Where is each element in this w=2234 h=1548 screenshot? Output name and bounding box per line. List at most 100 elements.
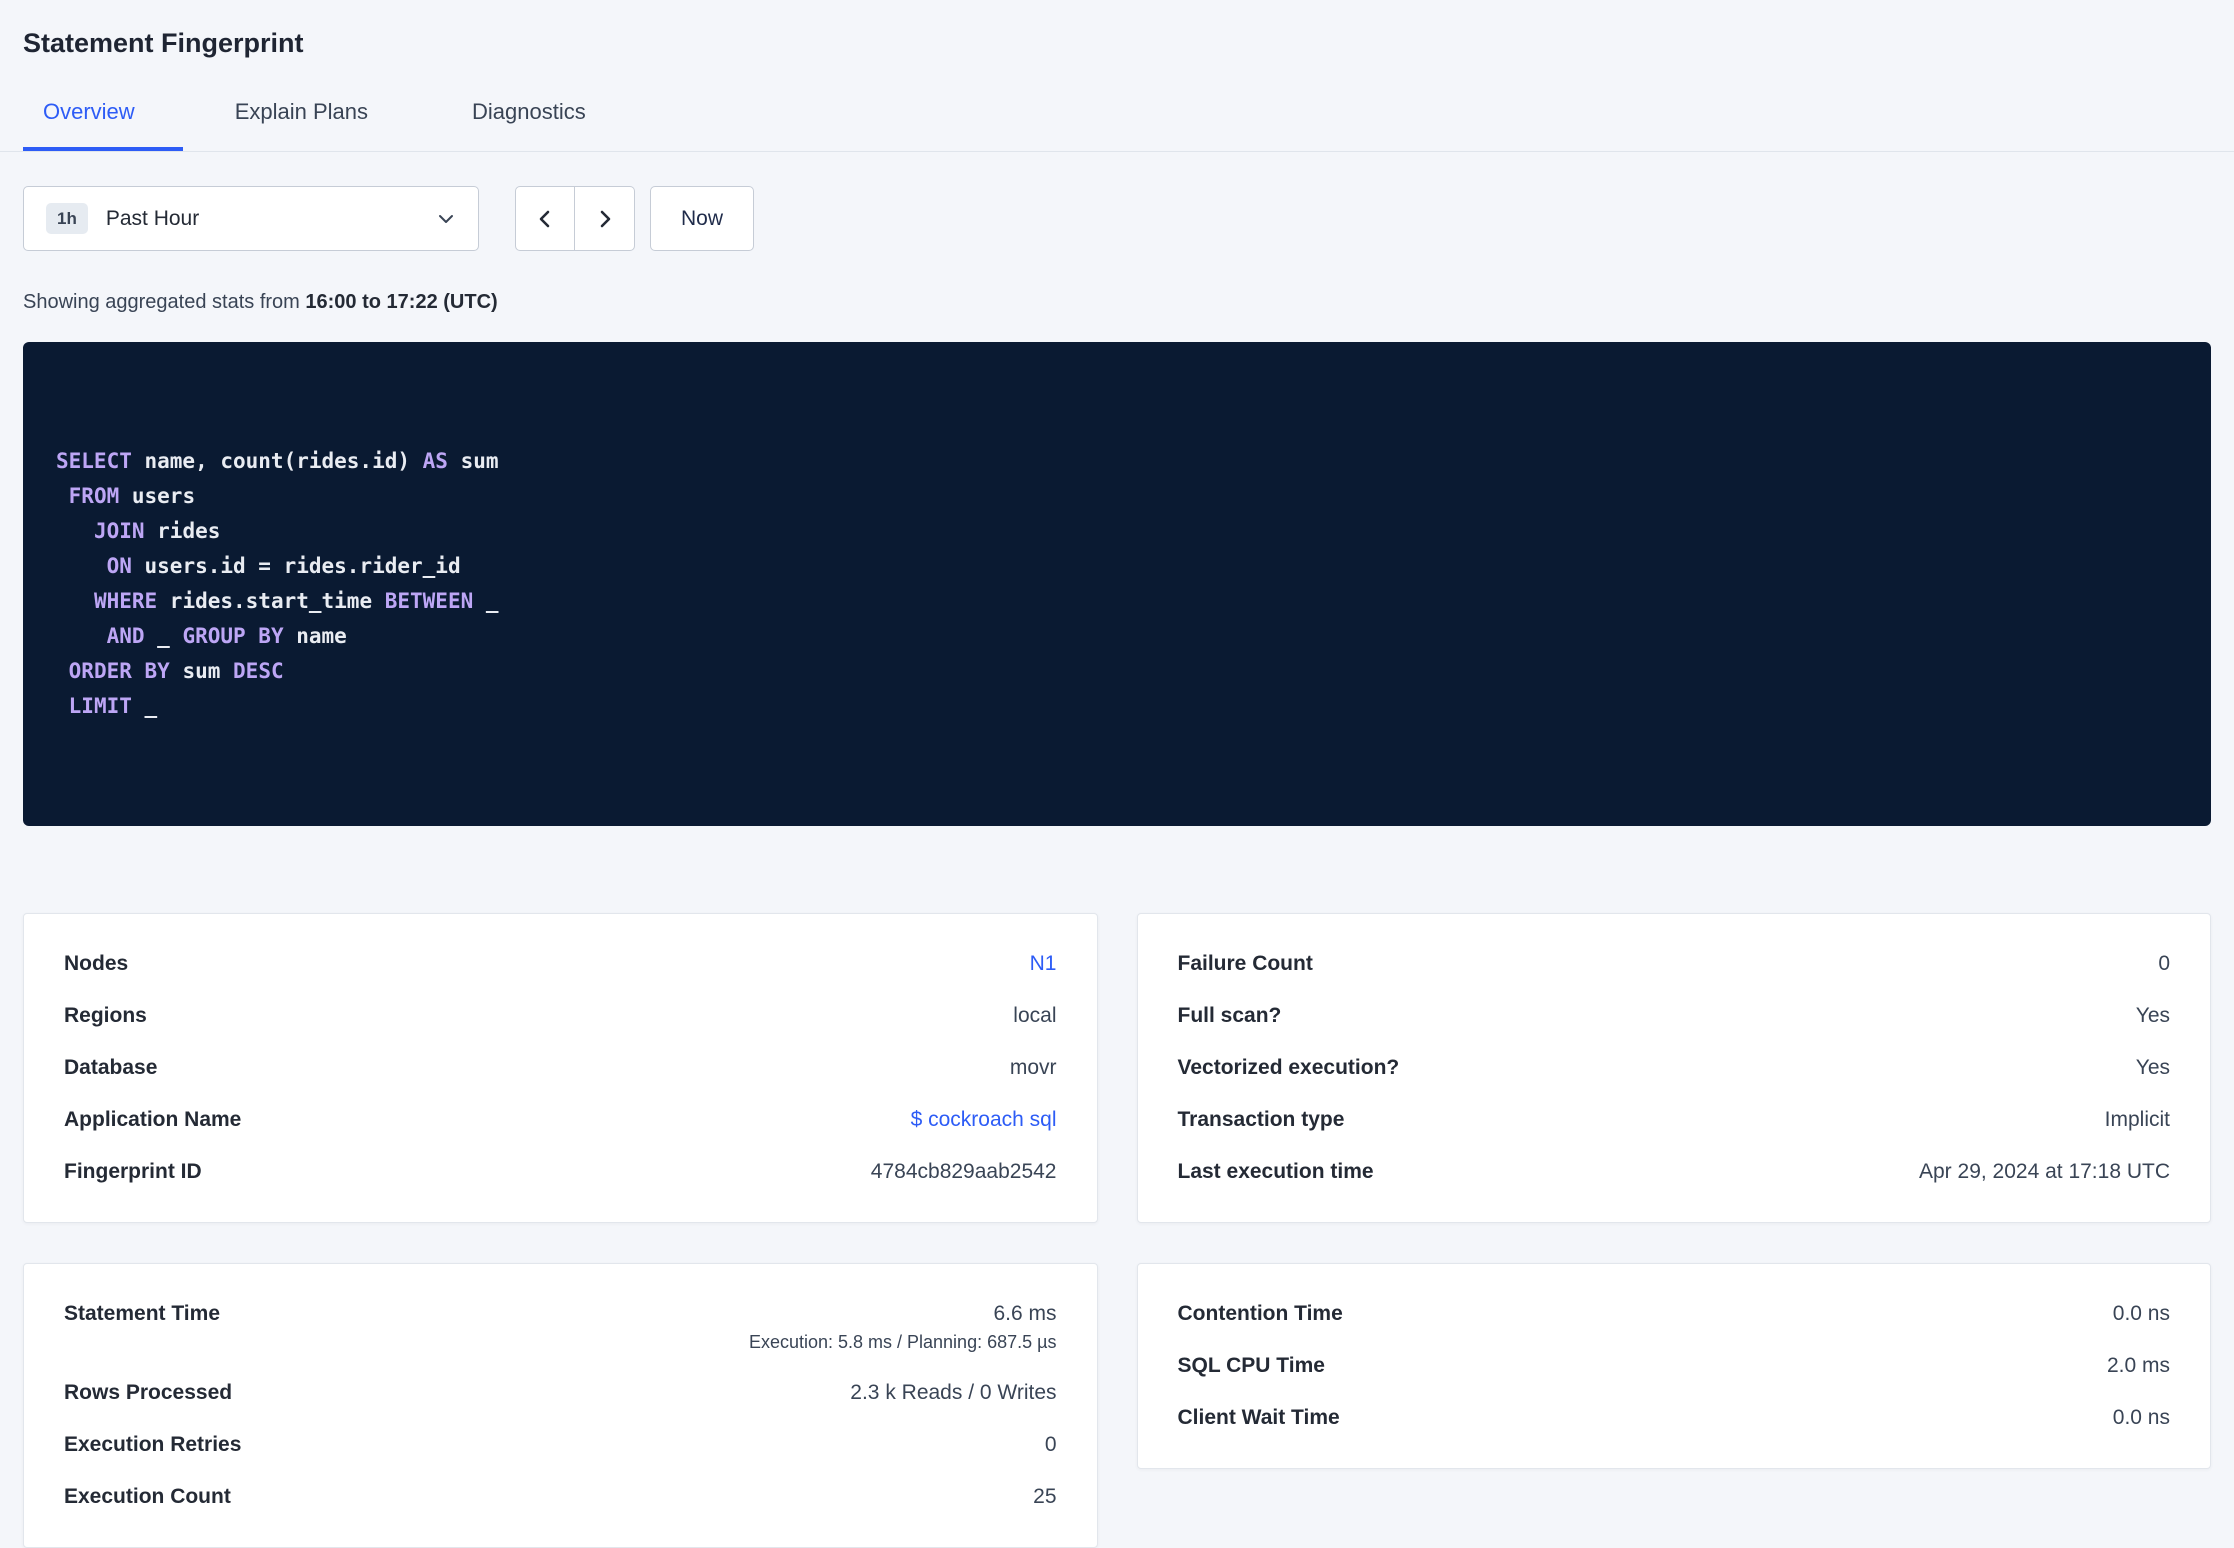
card-row: Nodes N1	[64, 938, 1057, 990]
row-label: Last execution time	[1177, 1160, 1374, 1183]
row-value-wrap: 6.6 ms Execution: 5.8 ms / Planning: 687.…	[749, 1302, 1057, 1353]
chevron-down-icon	[436, 209, 456, 229]
sql-statement-block: SELECT name, count(rides.id) AS sum FROM…	[23, 342, 2211, 826]
row-value-wrap: $ cockroach sql	[911, 1108, 1057, 1132]
sql-line: ON users.id = rides.rider_id	[106, 554, 461, 578]
row-value-wrap: 0.0 ns	[2113, 1302, 2170, 1326]
sql-line: LIMIT _	[68, 694, 158, 718]
row-label: Database	[64, 1056, 158, 1079]
row-value: local	[1013, 1004, 1057, 1027]
sql-line: WHERE rides.start_time BETWEEN _	[93, 589, 499, 613]
row-value: Yes	[2135, 1004, 2170, 1027]
summary-cards: Nodes N1 Regions local Database movr Applicati…	[23, 913, 2211, 1548]
stats-range: 16:00 to 17:22 (UTC)	[305, 291, 498, 313]
tab-overview[interactable]: Overview	[23, 83, 183, 151]
previous-time-button[interactable]	[515, 186, 575, 251]
row-value: Implicit	[2104, 1108, 2170, 1131]
row-label: Full scan?	[1177, 1004, 1282, 1027]
card-row: Vectorized execution? Yes	[1178, 1042, 2171, 1094]
row-label: Vectorized execution?	[1177, 1056, 1400, 1079]
row-value: Apr 29, 2024 at 17:18 UTC	[1919, 1160, 2170, 1183]
next-time-button[interactable]	[575, 186, 635, 251]
row-label: Application Name	[64, 1108, 242, 1131]
card-row: SQL CPU Time 2.0 ms	[1178, 1340, 2171, 1392]
card-row: Client Wait Time 0.0 ns	[1178, 1392, 2171, 1444]
card-row: Last execution time Apr 29, 2024 at 17:18…	[1178, 1146, 2171, 1198]
aggregated-stats-line: Showing aggregated stats from 16:00 to 1…	[23, 291, 2211, 314]
row-label: Client Wait Time	[1177, 1406, 1340, 1429]
timing-card-right: Contention Time 0.0 ns SQL CPU Time 2.0 ms C…	[1136, 1263, 2211, 1469]
row-value-wrap: 2.0 ms	[2107, 1354, 2170, 1378]
card-row: Execution Count 25	[64, 1471, 1057, 1523]
row-value: 0	[1044, 1433, 1057, 1456]
row-label: Statement Time	[64, 1302, 220, 1325]
card-row: Application Name $ cockroach sql	[64, 1094, 1057, 1146]
sql-line: SELECT name, count(rides.id) AS sum	[56, 449, 499, 473]
row-value: 2.3 k Reads / 0 Writes	[850, 1381, 1057, 1404]
time-range-label: Past Hour	[105, 206, 200, 230]
card-row: Regions local	[64, 990, 1057, 1042]
row-value: 25	[1033, 1485, 1057, 1508]
row-value-link[interactable]: $ cockroach sql	[911, 1108, 1057, 1132]
statement-fingerprint-page: Statement Fingerprint Overview Explain P…	[0, 0, 2234, 1548]
time-range-dropdown[interactable]: 1h Past Hour	[23, 186, 479, 251]
chevron-right-icon	[594, 208, 616, 230]
tab-diagnostics[interactable]: Diagnostics	[420, 83, 638, 151]
row-label: Contention Time	[1177, 1302, 1343, 1325]
row-value: 2.0 ms	[2106, 1354, 2170, 1377]
sql-line: ORDER BY sum DESC	[68, 659, 284, 683]
tab-bar: Overview Explain Plans Diagnostics	[0, 83, 2234, 152]
row-subvalue: Execution: 5.8 ms / Planning: 687.5 µs	[748, 1332, 1057, 1352]
row-value: 6.6 ms	[993, 1302, 1057, 1325]
row-value-wrap: 2.3 k Reads / 0 Writes	[850, 1381, 1056, 1405]
card-row: Rows Processed 2.3 k Reads / 0 Writes	[64, 1367, 1057, 1419]
card-row: Fingerprint ID 4784cb829aab2542	[64, 1146, 1057, 1198]
time-range-badge: 1h	[46, 203, 88, 234]
row-value-wrap: Yes	[2136, 1056, 2170, 1080]
card-row: Transaction type Implicit	[1178, 1094, 2171, 1146]
row-value: 0.0 ns	[2112, 1406, 2170, 1429]
row-label: Rows Processed	[64, 1381, 233, 1404]
row-value-wrap: 0	[1045, 1433, 1057, 1457]
sql-line: JOIN rides	[93, 519, 221, 543]
row-value: 0.0 ns	[2112, 1302, 2170, 1325]
row-value-wrap: Yes	[2136, 1004, 2170, 1028]
row-value-link[interactable]: N1	[1030, 952, 1057, 976]
details-card-left: Nodes N1 Regions local Database movr Applicati…	[23, 913, 1098, 1223]
row-label: Execution Count	[64, 1485, 231, 1508]
row-label: Regions	[64, 1004, 147, 1027]
sql-line: FROM users	[68, 484, 196, 508]
row-label: Transaction type	[1177, 1108, 1345, 1131]
now-button[interactable]: Now	[650, 186, 755, 251]
row-value: Yes	[2135, 1056, 2170, 1079]
row-label: Fingerprint ID	[64, 1160, 202, 1183]
timing-card-left: Statement Time 6.6 ms Execution: 5.8 ms / …	[23, 1263, 1098, 1548]
row-value-wrap: Apr 29, 2024 at 17:18 UTC	[1919, 1160, 2170, 1184]
sql-line: AND _ GROUP BY name	[106, 624, 347, 648]
card-row: Execution Retries 0	[64, 1419, 1057, 1471]
card-row: Contention Time 0.0 ns	[1178, 1288, 2171, 1340]
sql-code: SELECT name, count(rides.id) AS sum FROM…	[56, 444, 2178, 724]
row-value: 0	[2158, 952, 2170, 975]
row-value-wrap: local	[1013, 1004, 1056, 1028]
details-card-right: Failure Count 0 Full scan? Yes Vectorized ex…	[1136, 913, 2211, 1223]
tab-explain-plans[interactable]: Explain Plans	[183, 83, 420, 151]
time-controls: 1h Past Hour Now	[23, 186, 2211, 251]
stats-prefix: Showing aggregated stats from	[23, 291, 306, 313]
time-nav-group	[515, 186, 635, 251]
card-row: Full scan? Yes	[1178, 990, 2171, 1042]
row-label: SQL CPU Time	[1177, 1354, 1325, 1377]
row-label: Nodes	[64, 952, 129, 975]
row-value-wrap: 0.0 ns	[2113, 1406, 2170, 1430]
card-row: Statement Time 6.6 ms Execution: 5.8 ms / …	[64, 1288, 1057, 1367]
row-value: movr	[1009, 1056, 1057, 1079]
card-row: Failure Count 0	[1178, 938, 2171, 990]
row-value-wrap: Implicit	[2105, 1108, 2170, 1132]
chevron-left-icon	[534, 208, 556, 230]
card-row: Database movr	[64, 1042, 1057, 1094]
row-value-wrap: movr	[1010, 1056, 1057, 1080]
row-value-wrap: 4784cb829aab2542	[871, 1160, 1057, 1184]
row-value-wrap: 0	[2158, 952, 2170, 976]
row-value-wrap: 25	[1033, 1485, 1056, 1509]
row-value: 4784cb829aab2542	[870, 1160, 1057, 1183]
